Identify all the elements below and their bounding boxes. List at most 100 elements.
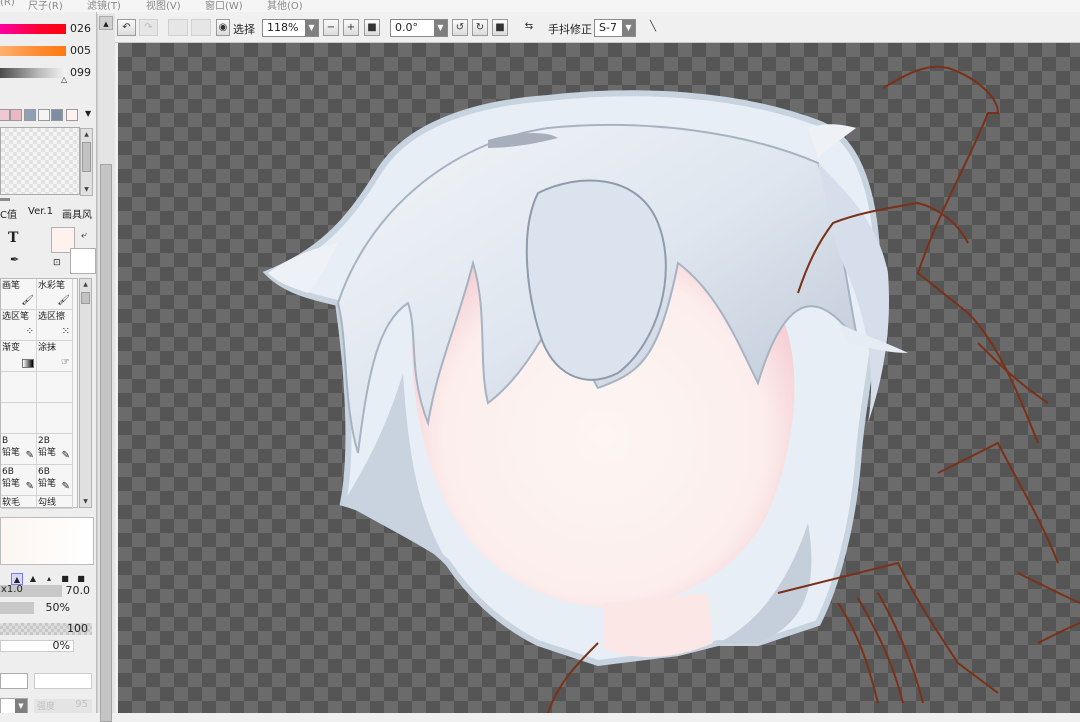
min-size-row[interactable]: 50% [0,601,92,615]
zoom-select[interactable]: 118% ▼ [262,19,319,37]
select-pen-icon: ⁘ [25,326,34,337]
brush-slot-empty[interactable] [37,403,73,434]
value-slider-track[interactable] [0,68,66,78]
secondary-color-box[interactable] [70,248,96,274]
deselect-button[interactable] [168,19,188,36]
chevron-up-icon[interactable]: ▲ [80,279,91,290]
stabilizer-select[interactable]: S-7 ▼ [594,19,636,37]
brush-slot-pencil-b[interactable]: B 铅笔 ✎ [1,434,37,465]
menu-item-other[interactable]: 其他(O) [267,0,303,12]
flip-horizontal-icon: ⇆ [524,21,534,32]
swatch[interactable] [10,109,22,121]
brush-slot-pencil-6b-2[interactable]: 6B 铅笔 ✎ [37,465,73,496]
min-size-bar[interactable] [0,602,34,614]
zoom-reset-button[interactable]: ■ [364,19,380,36]
menu-item-window[interactable]: 窗口(W) [205,0,243,12]
brush-size-multiplier[interactable]: x1.0 [1,584,23,595]
menu-item-ruler-partial[interactable]: (R) [0,0,15,8]
rotation-reset-button[interactable]: ■ [492,19,508,36]
density-row[interactable]: 100 [0,622,92,636]
brush-slot-empty[interactable] [1,403,37,434]
line-tool-button[interactable]: ╲ [643,19,663,36]
chevron-up-icon[interactable]: ▲ [99,16,113,30]
chevron-down-icon[interactable]: ▼ [81,184,92,195]
scratchpad-scrollbar[interactable]: ▲ ▼ [80,128,93,196]
tab-c-value[interactable]: C值 [0,206,17,221]
brush-slot-select-pen[interactable]: 选区笔 ⁘ [1,310,37,341]
zoom-in-button[interactable]: + [343,19,359,36]
undo-icon: ↶ [122,22,131,33]
tab-ver1[interactable]: Ver.1 [28,206,53,217]
swatch[interactable] [66,109,78,121]
density-value: 100 [67,622,88,635]
brush-slot-select-eraser[interactable]: 选区擦 ⁙ [37,310,73,341]
blend-row[interactable]: 0% [0,639,92,653]
scrollbar-thumb[interactable] [100,164,112,722]
brush-slot-pencil-6b[interactable]: 6B 铅笔 ✎ [1,465,37,496]
swatch[interactable] [24,109,36,121]
brush-slot-pencil-2b[interactable]: 2B 铅笔 ✎ [37,434,73,465]
brush-label: B [2,436,9,446]
brush-slot-lineart[interactable]: 勾线 [37,496,73,509]
brush-slot-brush[interactable]: 画笔 🖌 [1,279,37,310]
brush-tool-grid: 画笔 🖌 水彩笔 🖌 选区笔 ⁘ 选区擦 ⁙ 渐变 涂抹 ☞ B 铅笔 ✎ 2B… [0,278,78,509]
swatch[interactable] [38,109,50,121]
text-tool-button[interactable]: T [8,230,30,248]
brush-label: 2B [38,436,50,446]
blend-mode-field[interactable] [34,673,92,689]
disabled-label: 强度 [37,702,56,712]
option-select[interactable]: ▼ [0,698,28,713]
rotation-select[interactable]: 0.0° ▼ [390,19,448,37]
scrollbar-thumb[interactable] [82,142,91,172]
brush-sublabel: 铅笔 [38,479,57,489]
saturation-slider-track[interactable] [0,46,66,56]
invert-selection-button[interactable] [191,19,211,36]
undo-button[interactable]: ↶ [117,19,136,36]
eyedropper-icon[interactable]: ✒ [10,253,19,266]
disabled-value: 95 [75,699,88,710]
diagonal-line-icon: ╲ [649,21,657,32]
chevron-down-icon[interactable]: ▼ [80,496,91,507]
swatch[interactable] [0,109,10,121]
brush-grid-scrollbar[interactable]: ▲ ▼ [79,278,92,508]
redo-button[interactable]: ↷ [139,19,158,36]
chevron-up-icon[interactable]: ▲ [81,129,92,140]
hue-slider-track[interactable] [0,24,66,34]
drawing-canvas[interactable] [118,43,1080,713]
scrollbar-thumb[interactable] [81,292,90,304]
swatch[interactable] [51,109,63,121]
menu-item-filter[interactable]: 滤镜(T) [87,0,121,12]
menu-bar: (R) 尺子(R) 滤镜(T) 视图(V) 窗口(W) 其他(O) [0,0,1080,12]
menu-item-ruler[interactable]: 尺子(R) [28,0,63,12]
panel-scrollbar[interactable]: ▲ [97,14,115,722]
transparent-color-icon[interactable]: ⊡ [53,258,61,268]
brush-label: 选区擦 [38,312,66,322]
blend-mode-select[interactable] [0,673,28,689]
chevron-down-icon: ▼ [622,20,635,36]
swatch-menu-chevron-icon[interactable]: ▼ [85,109,91,118]
scratchpad-preview[interactable] [0,127,80,195]
tab-brush-style[interactable]: 画具风 [62,206,92,221]
text-tool-icon: T [8,230,19,246]
flip-horizontal-button[interactable]: ⇆ [521,19,537,36]
zoom-out-button[interactable]: − [323,19,339,36]
brush-sublabel: 铅笔 [38,448,57,458]
show-selection-toggle[interactable]: ◉ [216,19,230,36]
brush-slot-empty[interactable] [37,372,73,403]
redo-icon: ↷ [144,22,153,33]
brush-slot-gradient[interactable]: 渐变 [1,341,37,372]
pencil-icon: ✎ [61,481,70,492]
menu-item-view[interactable]: 视图(V) [146,0,181,12]
brush-slot-empty[interactable] [1,372,37,403]
rotate-right-button[interactable]: ↻ [472,19,488,36]
brush-slot-smudge[interactable]: 涂抹 ☞ [37,341,73,372]
brush-slot-soft[interactable]: 软毛 [1,496,37,509]
rotate-left-button[interactable]: ↺ [452,19,468,36]
chevron-down-icon: ▼ [15,699,27,713]
rotation-value: 0.0° [395,21,418,34]
brush-slot-watercolor[interactable]: 水彩笔 🖌 [37,279,73,310]
swap-colors-icon[interactable]: ⤶ [81,230,87,241]
brush-size-row[interactable]: x1.0 70.0 [0,584,92,598]
select-label: 选择 [233,23,255,36]
toolbar: ↶ ↷ ◉ 选择 118% ▼ − + ■ 0.0° ▼ ↺ ↻ ■ ⇆ 手抖修… [96,14,1080,43]
